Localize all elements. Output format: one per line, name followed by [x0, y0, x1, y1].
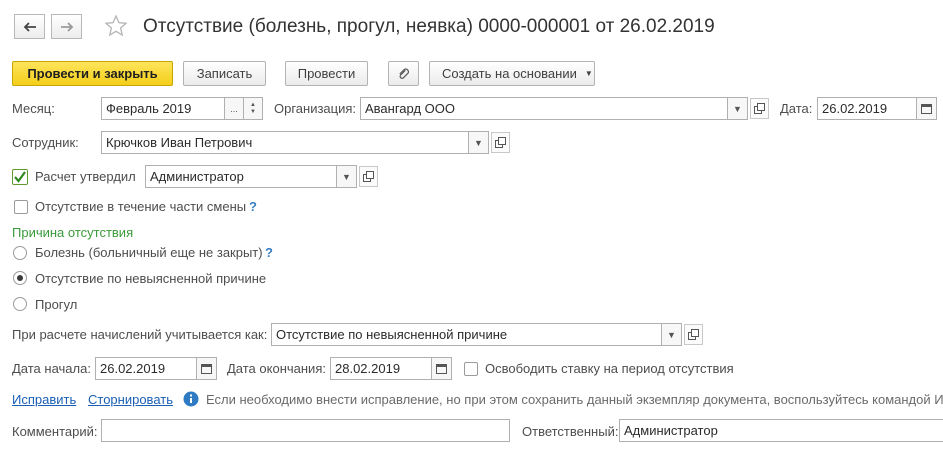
end-date-calendar-button[interactable]: [431, 357, 452, 380]
accrual-label: При расчете начислений учитывается как:: [12, 327, 268, 342]
open-form-icon: [495, 137, 506, 148]
save-button[interactable]: Записать: [183, 61, 266, 86]
checkmark-icon: [14, 171, 26, 183]
month-select-button[interactable]: ...: [224, 97, 244, 120]
illness-help-icon[interactable]: ?: [265, 245, 273, 261]
end-date-label: Дата окончания:: [227, 361, 326, 376]
employee-dropdown-button[interactable]: ▼: [468, 131, 489, 154]
dropdown-triangle-icon: ▼: [667, 329, 676, 340]
month-label: Месяц:: [12, 101, 55, 116]
end-date-field[interactable]: 28.02.2019: [330, 357, 432, 380]
comment-label: Комментарий:: [12, 424, 98, 439]
open-form-icon: [754, 103, 765, 114]
comment-field[interactable]: [101, 419, 510, 442]
partial-shift-help-icon[interactable]: ?: [249, 199, 257, 215]
create-based-on-button[interactable]: Создать на основании ▼: [429, 61, 595, 86]
approved-by-dropdown-button[interactable]: ▼: [336, 165, 357, 188]
post-button[interactable]: Провести: [285, 61, 368, 86]
employee-field[interactable]: Крючков Иван Петрович: [101, 131, 469, 154]
reason-label-truancy: Прогул: [35, 297, 78, 312]
arrow-right-icon: [60, 21, 73, 32]
reason-radio-illness[interactable]: [13, 246, 27, 260]
dropdown-triangle-icon: ▼: [733, 103, 742, 114]
info-icon: [183, 391, 199, 410]
page-title: Отсутствие (болезнь, прогул, неявка) 000…: [143, 16, 715, 37]
free-rate-checkbox[interactable]: [464, 362, 478, 376]
partial-shift-checkbox[interactable]: [14, 200, 28, 214]
employee-label: Сотрудник:: [12, 135, 79, 150]
attach-button[interactable]: [388, 61, 419, 86]
calendar-icon: [921, 104, 932, 114]
approved-by-field[interactable]: Администратор: [145, 165, 337, 188]
reason-radio-truancy[interactable]: [13, 297, 27, 311]
storno-link[interactable]: Сторнировать: [88, 392, 173, 407]
paperclip-icon: [399, 67, 410, 79]
date-calendar-button[interactable]: [916, 97, 937, 120]
stepper-down-icon: ▼: [250, 108, 256, 115]
open-form-icon: [688, 329, 699, 340]
free-rate-label: Освободить ставку на период отсутствия: [485, 361, 734, 376]
create-based-on-label: Создать на основании: [442, 66, 577, 81]
month-stepper[interactable]: ▲ ▼: [243, 97, 263, 120]
forward-button[interactable]: [51, 14, 82, 39]
date-field[interactable]: 26.02.2019: [817, 97, 917, 120]
date-label: Дата:: [780, 101, 813, 116]
responsible-label: Ответственный:: [522, 424, 619, 439]
fix-link[interactable]: Исправить: [12, 392, 76, 407]
organization-open-button[interactable]: [750, 98, 769, 119]
post-and-close-button[interactable]: Провести и закрыть: [12, 61, 173, 86]
reason-label-unknown: Отсутствие по невыясненной причине: [35, 271, 267, 286]
open-form-icon: [363, 171, 374, 182]
organization-label: Организация:: [274, 101, 357, 116]
partial-shift-label: Отсутствие в течение части смены: [35, 199, 247, 214]
calendar-icon: [436, 364, 447, 374]
back-button[interactable]: [14, 14, 45, 39]
arrow-left-icon: [23, 21, 36, 32]
favorite-star-icon[interactable]: [104, 14, 128, 41]
dropdown-triangle-icon: ▼: [584, 69, 593, 78]
organization-field[interactable]: Авангард ООО: [360, 97, 728, 120]
reason-label-illness: Болезнь (больничный еще не закрыт): [35, 245, 263, 260]
reason-section-header: Причина отсутствия: [12, 225, 134, 240]
month-field[interactable]: Февраль 2019: [101, 97, 225, 120]
dropdown-triangle-icon: ▼: [342, 171, 351, 182]
accrual-open-button[interactable]: [684, 324, 703, 345]
approved-by-open-button[interactable]: [359, 166, 378, 187]
accrual-field[interactable]: Отсутствие по невыясненной причине: [271, 323, 662, 346]
calendar-icon: [201, 364, 212, 374]
organization-dropdown-button[interactable]: ▼: [727, 97, 748, 120]
reason-radio-unknown[interactable]: [13, 271, 27, 285]
approved-checkbox[interactable]: [12, 169, 28, 185]
employee-open-button[interactable]: [491, 132, 510, 153]
start-date-label: Дата начала:: [12, 361, 91, 376]
start-date-field[interactable]: 26.02.2019: [95, 357, 197, 380]
start-date-calendar-button[interactable]: [196, 357, 217, 380]
accrual-dropdown-button[interactable]: ▼: [661, 323, 682, 346]
responsible-field[interactable]: Администратор: [619, 419, 943, 442]
approved-label: Расчет утвердил: [35, 169, 136, 184]
dropdown-triangle-icon: ▼: [474, 137, 483, 148]
stepper-up-icon: ▲: [250, 101, 256, 108]
info-text: Если необходимо внести исправление, но п…: [206, 392, 943, 407]
